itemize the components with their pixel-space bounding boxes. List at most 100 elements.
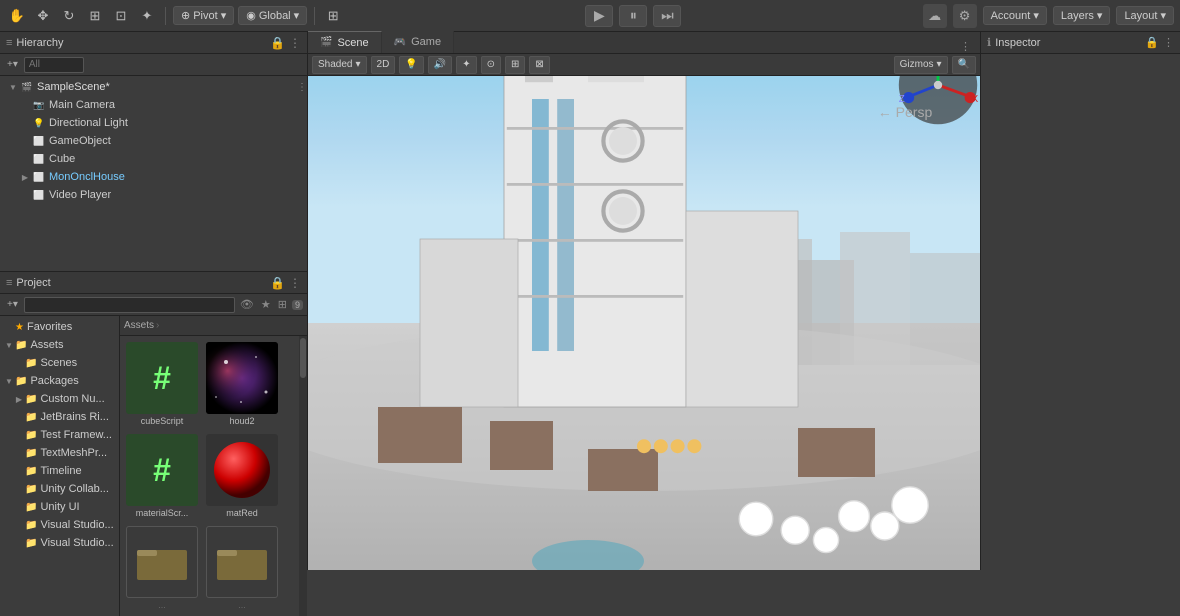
arrow-dirlight xyxy=(20,118,30,128)
asset-label-6: ... xyxy=(238,600,246,610)
pivot-button[interactable]: ⊕ Pivot ▾ xyxy=(173,6,234,25)
asset-tile-thumb5[interactable]: ... xyxy=(124,524,200,612)
tab-game[interactable]: 🎮 Game xyxy=(382,31,454,53)
assets-scrollbar[interactable] xyxy=(299,336,307,616)
2d-button[interactable]: 2D xyxy=(371,56,396,74)
tree-customnu[interactable]: ▶ 📁 Custom Nu... xyxy=(0,390,119,408)
grid-icon[interactable]: ⊞ xyxy=(322,5,344,27)
samplescene-options[interactable]: ⋮ xyxy=(297,82,307,93)
account-button[interactable]: Account ▾ xyxy=(983,6,1047,25)
effects-toggle[interactable]: ✦ xyxy=(456,56,476,74)
grid-toggle[interactable]: ⊞ xyxy=(505,56,525,74)
asset-tile-materialscr[interactable]: # materialScr... xyxy=(124,432,200,520)
inspector-title: Inspector xyxy=(995,37,1040,49)
tree-assets[interactable]: ▼ 📁 Assets xyxy=(0,336,119,354)
inspector-lock-icon[interactable]: 🔒 xyxy=(1145,36,1159,49)
layout-button[interactable]: Layout ▾ xyxy=(1116,6,1174,25)
asset-thumb-matred xyxy=(206,434,278,506)
arrow-samplescene: ▼ xyxy=(8,82,18,92)
hierarchy-item-maincamera[interactable]: 📷 Main Camera xyxy=(0,96,307,114)
scale-tool-icon[interactable]: ⊞ xyxy=(84,5,106,27)
tree-visualstudio2[interactable]: 📁 Visual Studio... xyxy=(0,534,119,552)
arrow-videoplayer xyxy=(20,190,30,200)
sky-toggle[interactable]: ⊙ xyxy=(481,56,501,74)
global-button[interactable]: ◉ Global ▾ xyxy=(238,6,307,25)
hierarchy-lock-icon[interactable]: 🔒 xyxy=(270,36,285,50)
layers-arrow: ▾ xyxy=(1097,9,1103,22)
asset-tile-houd2[interactable]: houd2 xyxy=(204,340,280,428)
hierarchy-actions: 🔒 ⋮ xyxy=(270,36,301,50)
asset-tile-cubescript[interactable]: # cubeScript xyxy=(124,340,200,428)
pause-button[interactable]: ⏸ xyxy=(619,5,647,27)
tree-scenes[interactable]: 📁 Scenes xyxy=(0,354,119,372)
hierarchy-item-mononcle[interactable]: ▶ ⬜ MonOnclHouse xyxy=(0,168,307,186)
project-lock-icon[interactable]: 🔒 xyxy=(270,276,285,290)
gizmos-arrow: ▾ xyxy=(937,59,942,70)
hand-tool-icon[interactable]: ✋ xyxy=(6,5,28,27)
tab-scene[interactable]: 🎬 Scene xyxy=(308,31,382,53)
hierarchy-item-directionallight[interactable]: 💡 Directional Light xyxy=(0,114,307,132)
customnu-folder-icon: 📁 xyxy=(25,394,37,405)
unitycol-folder-icon: 📁 xyxy=(25,484,37,495)
gizmos-button[interactable]: Gizmos ▾ xyxy=(894,56,948,74)
layers-button[interactable]: Layers ▾ xyxy=(1053,6,1111,25)
top-toolbar: ✋ ✥ ↻ ⊞ ⊡ ✦ ⊕ Pivot ▾ ◉ Global ▾ ⊞ ▶ ⏸ ⏭… xyxy=(0,0,1180,32)
folder-svg-5 xyxy=(137,542,187,582)
tree-unityui[interactable]: 📁 Unity UI xyxy=(0,498,119,516)
step-button[interactable]: ⏭ xyxy=(653,5,681,27)
hierarchy-item-cube[interactable]: ⬜ Cube xyxy=(0,150,307,168)
rotate-tool-icon[interactable]: ↻ xyxy=(58,5,80,27)
layers-label: Layers xyxy=(1061,10,1094,22)
scene-view[interactable]: Y X Z 🔒 ← Persp xyxy=(308,76,980,570)
asset-label-matred: matRed xyxy=(226,508,258,518)
project-menu-icon[interactable]: ⋮ xyxy=(289,276,301,290)
gameobject-icon: ⬜ xyxy=(32,134,46,148)
asset-label-houd2: houd2 xyxy=(229,416,254,426)
project-add-button[interactable]: +▾ xyxy=(4,299,21,310)
tree-jetbrains[interactable]: 📁 JetBrains Ri... xyxy=(0,408,119,426)
tree-favorites[interactable]: ★ Favorites xyxy=(0,318,119,336)
rect-tool-icon[interactable]: ⊡ xyxy=(110,5,132,27)
hierarchy-content: ▼ 🎬 SampleScene* ⋮ 📷 Main Camera 💡 Direc… xyxy=(0,76,307,271)
tree-unitycol[interactable]: 📁 Unity Collab... xyxy=(0,480,119,498)
2d-label: 2D xyxy=(377,59,390,70)
hierarchy-item-samplescene[interactable]: ▼ 🎬 SampleScene* ⋮ xyxy=(0,78,307,96)
light-toggle[interactable]: 💡 xyxy=(399,56,423,74)
favorites-label: Favorites xyxy=(27,321,72,333)
matscript-hash-icon: # xyxy=(153,452,171,489)
tree-textmeshpr[interactable]: 📁 TextMeshPr... xyxy=(0,444,119,462)
tree-timeline[interactable]: 📁 Timeline xyxy=(0,462,119,480)
project-view-icon[interactable]: 👁 xyxy=(238,298,256,311)
hierarchy-menu-icon[interactable]: ⋮ xyxy=(289,36,301,50)
asset-tile-thumb6[interactable]: ... xyxy=(204,524,280,612)
shading-button[interactable]: Shaded ▾ xyxy=(312,56,367,74)
tree-visualstudio1[interactable]: 📁 Visual Studio... xyxy=(0,516,119,534)
svg-text:← Persp: ← Persp xyxy=(878,104,933,120)
play-button[interactable]: ▶ xyxy=(585,5,613,27)
tree-testframew[interactable]: 📁 Test Framew... xyxy=(0,426,119,444)
collab-icon[interactable]: ☁ xyxy=(923,4,947,28)
search-scene-button[interactable]: 🔍 xyxy=(952,56,976,74)
breadcrumb-assets[interactable]: Assets xyxy=(124,320,154,331)
inspector-menu-icon[interactable]: ⋮ xyxy=(1163,36,1174,49)
project-toolbar: +▾ 👁 ★ ⊞ 9 xyxy=(0,294,307,316)
sound-toggle[interactable]: 🔊 xyxy=(428,56,452,74)
extras-button[interactable]: ⊠ xyxy=(529,56,549,74)
cloud-services-icon[interactable]: ⚙ xyxy=(953,4,977,28)
asset-tile-matred[interactable]: matRed xyxy=(204,432,280,520)
hierarchy-add-button[interactable]: +▾ xyxy=(4,59,21,70)
hierarchy-search-input[interactable] xyxy=(24,57,84,73)
scene-icon: 🎬 xyxy=(20,80,34,94)
directionallight-label: Directional Light xyxy=(49,117,128,129)
hierarchy-item-videoplayer[interactable]: ⬜ Video Player xyxy=(0,186,307,204)
project-star-icon[interactable]: ★ xyxy=(259,298,273,311)
project-search-input[interactable] xyxy=(24,297,235,313)
move-tool-icon[interactable]: ✥ xyxy=(32,5,54,27)
tab-options-menu[interactable]: ⋮ xyxy=(957,40,974,53)
multi-tool-icon[interactable]: ✦ xyxy=(136,5,158,27)
hierarchy-item-gameobject[interactable]: ⬜ GameObject xyxy=(0,132,307,150)
project-filter-icon[interactable]: ⊞ xyxy=(276,298,289,311)
scenes-label: Scenes xyxy=(40,357,77,369)
game-tab-label: Game xyxy=(411,36,441,48)
tree-packages[interactable]: ▼ 📁 Packages xyxy=(0,372,119,390)
